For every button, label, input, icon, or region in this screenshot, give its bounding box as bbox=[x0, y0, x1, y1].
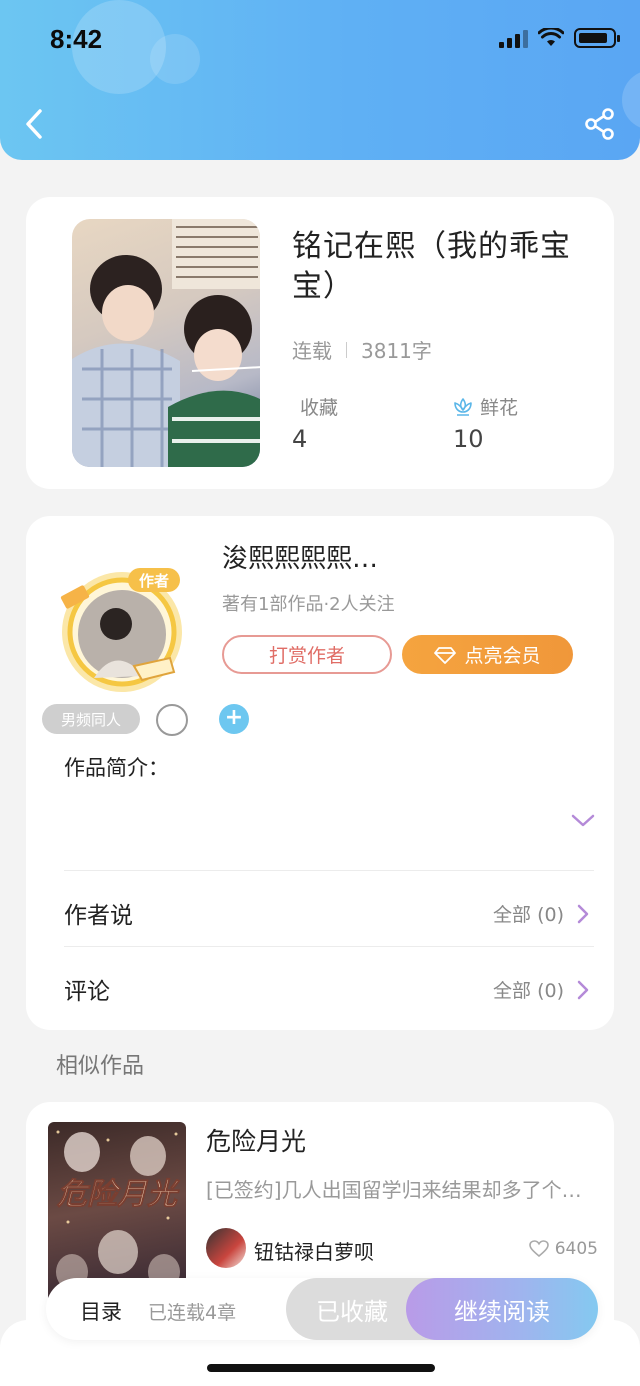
author-avatar-image: 作者 bbox=[60, 568, 182, 692]
header-bar: 8:42 bbox=[0, 0, 640, 160]
similar-work-title[interactable]: 危险月光 bbox=[206, 1122, 306, 1158]
author-says-more[interactable]: 全部 (0) bbox=[493, 900, 590, 927]
continue-reading-label: 继续阅读 bbox=[454, 1297, 550, 1326]
chapter-count: 已连载4章 bbox=[148, 1302, 237, 1324]
author-info: 著有1部作品·2人关注 bbox=[222, 594, 395, 615]
similar-work-desc: [已签约]几人出国留学归来结果却多了个… bbox=[206, 1178, 582, 1202]
book-word-count: 3811字 bbox=[361, 339, 432, 363]
similar-author-name: 钮钴禄白萝呗 bbox=[254, 1240, 374, 1264]
tag-chip[interactable]: 男频同人 bbox=[42, 704, 140, 734]
decor-bubble bbox=[150, 34, 200, 84]
signal-icon bbox=[499, 28, 528, 48]
flower-icon bbox=[454, 397, 472, 416]
comments-more[interactable]: 全部 (0) bbox=[493, 976, 590, 1003]
chevron-right-icon bbox=[577, 980, 589, 999]
similar-likes: 6405 bbox=[528, 1239, 598, 1259]
author-says-label: 作者说 bbox=[64, 903, 133, 929]
wifi-icon bbox=[538, 28, 564, 46]
book-cover[interactable] bbox=[72, 219, 260, 467]
book-meta: 连载 3811字 bbox=[292, 335, 432, 364]
meta-divider bbox=[346, 341, 347, 358]
chevron-left-icon bbox=[26, 109, 42, 139]
share-button[interactable] bbox=[582, 106, 618, 142]
battery-icon bbox=[574, 28, 620, 48]
chevron-right-icon bbox=[577, 904, 589, 923]
collect-label: 收藏 bbox=[300, 397, 339, 419]
book-status: 连载 bbox=[292, 339, 332, 363]
book-info-card: 铭记在熙（我的乖宝宝） 连载 3811字 收藏 4 鲜花 10 bbox=[26, 197, 614, 489]
tip-author-label: 打赏作者 bbox=[268, 645, 345, 667]
similar-author-avatar bbox=[206, 1228, 246, 1268]
divider bbox=[64, 870, 594, 871]
author-card: 作者 浚熙熙熙熙… 著有1部作品·2人关注 打赏作者 点亮会员 男频同人 + 作… bbox=[26, 516, 614, 1030]
expand-intro-button[interactable] bbox=[570, 810, 596, 830]
decor-bubble bbox=[622, 70, 640, 130]
flower-label: 鲜花 bbox=[480, 397, 519, 419]
share-icon bbox=[585, 108, 614, 140]
flower-stat[interactable]: 鲜花 bbox=[452, 393, 518, 420]
comments-count: 全部 (0) bbox=[493, 980, 564, 1002]
similar-section-title: 相似作品 bbox=[56, 1054, 145, 1079]
similar-likes-count: 6405 bbox=[554, 1239, 598, 1259]
book-title: 铭记在熙（我的乖宝宝） bbox=[292, 229, 571, 304]
cover-illustration bbox=[72, 219, 260, 467]
continue-reading-button[interactable]: 继续阅读 bbox=[406, 1278, 598, 1340]
flower-count: 10 bbox=[453, 425, 484, 453]
author-says-count: 全部 (0) bbox=[493, 904, 564, 926]
vip-label: 点亮会员 bbox=[464, 645, 541, 667]
diamond-icon bbox=[434, 646, 457, 664]
author-avatar[interactable]: 作者 bbox=[50, 560, 188, 698]
status-time: 8:42 bbox=[50, 24, 103, 54]
collect-count: 4 bbox=[292, 425, 308, 453]
author-name[interactable]: 浚熙熙熙熙… bbox=[222, 538, 378, 575]
status-icons bbox=[499, 28, 620, 48]
add-tag-button[interactable]: + bbox=[219, 704, 249, 734]
chevron-down-icon bbox=[571, 814, 595, 827]
tag-placeholder-icon[interactable] bbox=[156, 704, 188, 736]
collected-label: 已收藏 bbox=[316, 1297, 388, 1326]
back-button[interactable] bbox=[18, 106, 54, 142]
intro-label: 作品简介： bbox=[64, 756, 169, 780]
author-badge: 作者 bbox=[139, 572, 169, 590]
tip-author-button[interactable]: 打赏作者 bbox=[222, 635, 392, 674]
vip-button[interactable]: 点亮会员 bbox=[402, 635, 573, 674]
comments-label: 评论 bbox=[64, 979, 110, 1005]
divider bbox=[64, 946, 594, 947]
heart-icon bbox=[528, 1240, 549, 1258]
toc-button[interactable]: 目录 bbox=[80, 1296, 122, 1326]
similar-cover-title: 危险月光 bbox=[56, 1177, 180, 1212]
home-indicator[interactable] bbox=[207, 1364, 435, 1372]
